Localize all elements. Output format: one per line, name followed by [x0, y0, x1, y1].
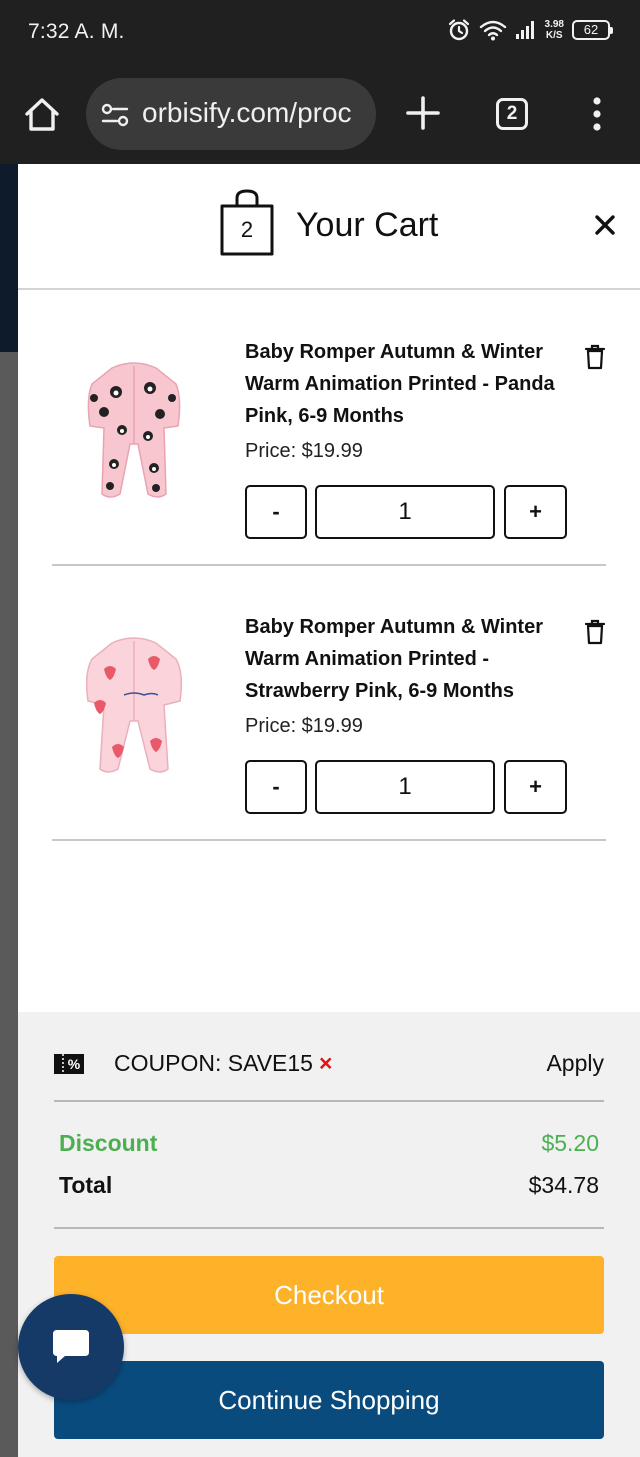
cart-header: 2 Your Cart	[18, 164, 640, 290]
product-image	[85, 637, 183, 773]
cart-item: Baby Romper Autumn & Winter Warm Animati…	[52, 611, 606, 841]
discount-value: $5.20	[541, 1130, 599, 1156]
checkout-button[interactable]: Checkout	[54, 1256, 604, 1334]
remove-coupon-button[interactable]: ×	[319, 1050, 332, 1076]
cart-summary: % COUPON: SAVE15 × Apply Discount $5.20 T…	[18, 1012, 640, 1457]
divider	[54, 1100, 604, 1102]
cart-item: Baby Romper Autumn & Winter Warm Animati…	[52, 336, 606, 566]
product-price: Price: $19.99	[245, 440, 363, 462]
product-price: Price: $19.99	[245, 715, 363, 737]
coupon-icon: %	[54, 1054, 84, 1074]
home-icon[interactable]	[22, 94, 62, 134]
quantity-input[interactable]: 1	[315, 485, 495, 539]
product-name[interactable]: Baby Romper Autumn & Winter Warm Animati…	[245, 336, 575, 432]
coupon-label: COUPON: SAVE15	[114, 1050, 313, 1076]
status-time: 7:32 A. M.	[28, 20, 125, 43]
page-background	[0, 164, 18, 1457]
tab-switcher-icon[interactable]: 2	[496, 98, 528, 130]
discount-label: Discount	[59, 1130, 158, 1156]
cart-title: Your Cart	[296, 206, 439, 244]
trash-icon[interactable]	[584, 619, 606, 645]
quantity-decrease-button[interactable]: -	[245, 485, 307, 539]
continue-shopping-button[interactable]: Continue Shopping	[54, 1361, 604, 1439]
total-label: Total	[59, 1172, 113, 1198]
signal-icon	[515, 21, 534, 39]
quantity-decrease-button[interactable]: -	[245, 760, 307, 814]
apply-coupon-button[interactable]: Apply	[546, 1050, 604, 1077]
battery-icon: 62	[572, 20, 613, 40]
svg-text:%: %	[68, 1056, 81, 1072]
product-name[interactable]: Baby Romper Autumn & Winter Warm Animati…	[245, 611, 575, 707]
alarm-icon	[448, 19, 469, 41]
cart-count: 2	[240, 217, 254, 242]
page-header-strip	[0, 164, 18, 352]
total-value: $34.78	[528, 1172, 599, 1198]
site-settings-icon[interactable]	[100, 102, 130, 128]
address-bar[interactable]: orbisify.com/proc	[86, 78, 376, 150]
network-speed: 3.98 K/S	[544, 19, 564, 41]
status-bar: 7:32 A. M. 3.98 K/S 62	[0, 0, 640, 64]
divider	[54, 1227, 604, 1229]
menu-icon[interactable]	[588, 96, 606, 132]
new-tab-icon[interactable]	[404, 94, 442, 132]
wifi-icon	[479, 20, 506, 41]
quantity-increase-button[interactable]: +	[504, 485, 567, 539]
quantity-input[interactable]: 1	[315, 760, 495, 814]
chat-button[interactable]	[18, 1294, 124, 1400]
url-text: orbisify.com/proc	[142, 97, 352, 128]
tab-count: 2	[506, 103, 518, 124]
trash-icon[interactable]	[584, 344, 606, 370]
battery-level: 62	[583, 22, 599, 37]
product-image	[87, 362, 181, 498]
browser-toolbar: orbisify.com/proc 2	[0, 64, 640, 164]
coupon-code: COUPON: SAVE15 ×	[114, 1050, 332, 1077]
chat-icon	[53, 1330, 89, 1363]
status-icons: 3.98 K/S 62	[447, 18, 613, 42]
quantity-increase-button[interactable]: +	[504, 760, 567, 814]
cart-drawer: 2 Your Cart Baby Romper Autumn & Winter …	[18, 164, 640, 1457]
close-icon[interactable]	[592, 212, 618, 238]
